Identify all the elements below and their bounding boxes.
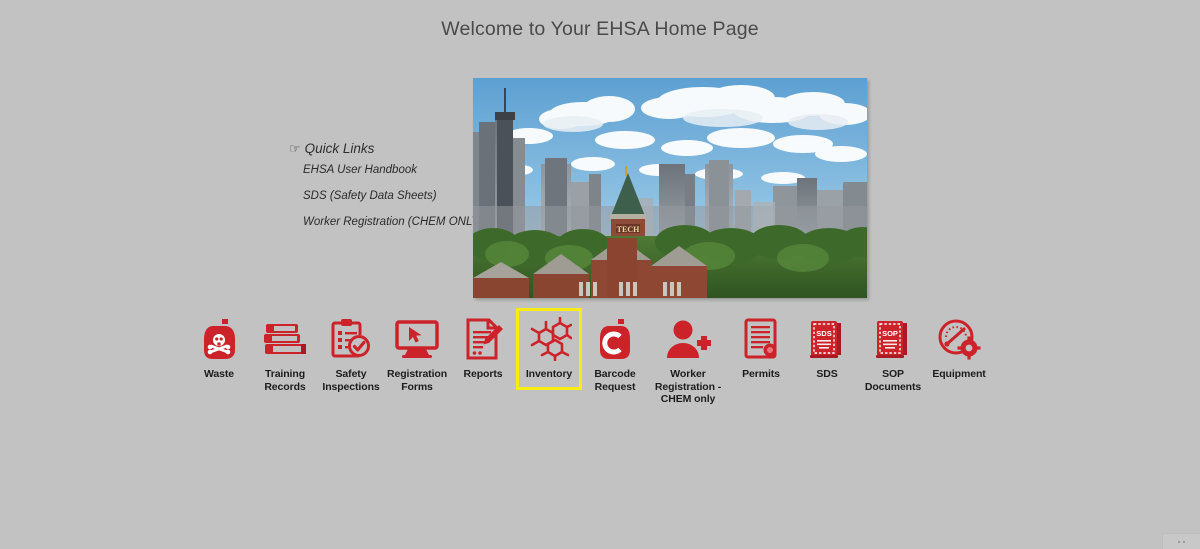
quick-link-ehsa-user-handbook[interactable]: EHSA User Handbook <box>303 164 469 176</box>
page-title: Welcome to Your EHSA Home Page <box>441 18 759 40</box>
tile-safety-inspections[interactable]: Safety Inspections <box>318 308 384 402</box>
corner-dot <box>1183 540 1185 543</box>
tile-label: SOP Documents <box>864 368 922 393</box>
tile-label: Barcode Request <box>594 368 636 393</box>
tile-label: Permits <box>742 368 780 380</box>
skyline-illustration: TECH <box>473 78 867 298</box>
quick-link-sds[interactable]: SDS (Safety Data Sheets) <box>303 190 469 202</box>
sop-book-icon: SOP <box>869 315 917 363</box>
tile-sds[interactable]: SDS SDS <box>794 308 860 390</box>
clipboard-check-icon <box>327 315 375 363</box>
tile-inventory[interactable]: Inventory <box>516 308 582 390</box>
quick-links-heading: ☞ Quick Links <box>289 141 469 156</box>
tile-reports[interactable]: Reports <box>450 308 516 390</box>
tile-label: Worker Registration - CHEM only <box>654 368 722 405</box>
tile-waste[interactable]: Waste <box>186 308 252 390</box>
tile-label: Inventory <box>525 368 573 380</box>
person-plus-icon <box>664 315 712 363</box>
ehsa-home-page: Welcome to Your EHSA Home Page ☞ Quick L… <box>0 0 1200 549</box>
tile-label: Waste <box>203 368 235 380</box>
corner-resize-widget[interactable] <box>1162 533 1200 549</box>
tile-barcode-request[interactable]: Barcode Request <box>582 308 648 402</box>
tile-label: Safety Inspections <box>322 368 380 393</box>
quick-links-panel: ☞ Quick Links EHSA User Handbook SDS (Sa… <box>289 141 483 228</box>
tile-training-records[interactable]: Training Records <box>252 308 318 402</box>
tile-label: Registration Forms <box>386 368 448 393</box>
stacked-books-icon <box>261 315 309 363</box>
tile-permits[interactable]: Permits <box>728 308 794 390</box>
corner-dot <box>1178 540 1180 543</box>
tile-worker-registration-chem-only[interactable]: Worker Registration - CHEM only <box>648 308 728 415</box>
tile-label: Equipment <box>932 368 986 380</box>
quick-links-heading-label: Quick Links <box>304 141 375 156</box>
tile-label: Reports <box>463 368 503 380</box>
gauge-gear-icon <box>935 315 983 363</box>
tile-label: SDS <box>816 368 838 380</box>
hazard-bottle-skull-icon <box>195 315 243 363</box>
sop-book-text: SOP <box>882 329 898 338</box>
tech-tower-text: TECH <box>617 225 640 234</box>
sds-book-text: SDS <box>816 329 831 338</box>
molecule-structure-icon <box>525 315 573 363</box>
document-pen-icon <box>459 315 507 363</box>
tile-registration-forms[interactable]: Registration Forms <box>384 308 450 402</box>
quick-access-icon-strip: Waste Training Records Safety Inspection… <box>186 308 1016 415</box>
quick-link-worker-registration[interactable]: Worker Registration (CHEM ONLY) <box>303 216 483 228</box>
bottle-letter-c-icon <box>591 315 639 363</box>
monitor-cursor-icon <box>393 315 441 363</box>
pointing-hand-icon: ☞ <box>289 141 301 156</box>
campus-skyline-image: TECH <box>473 78 867 298</box>
certificate-seal-icon <box>737 315 785 363</box>
tile-sop-documents[interactable]: SOP SOP Documents <box>860 308 926 402</box>
sds-book-icon: SDS <box>803 315 851 363</box>
tile-label: Training Records <box>264 368 306 393</box>
tile-equipment[interactable]: Equipment <box>926 308 992 390</box>
